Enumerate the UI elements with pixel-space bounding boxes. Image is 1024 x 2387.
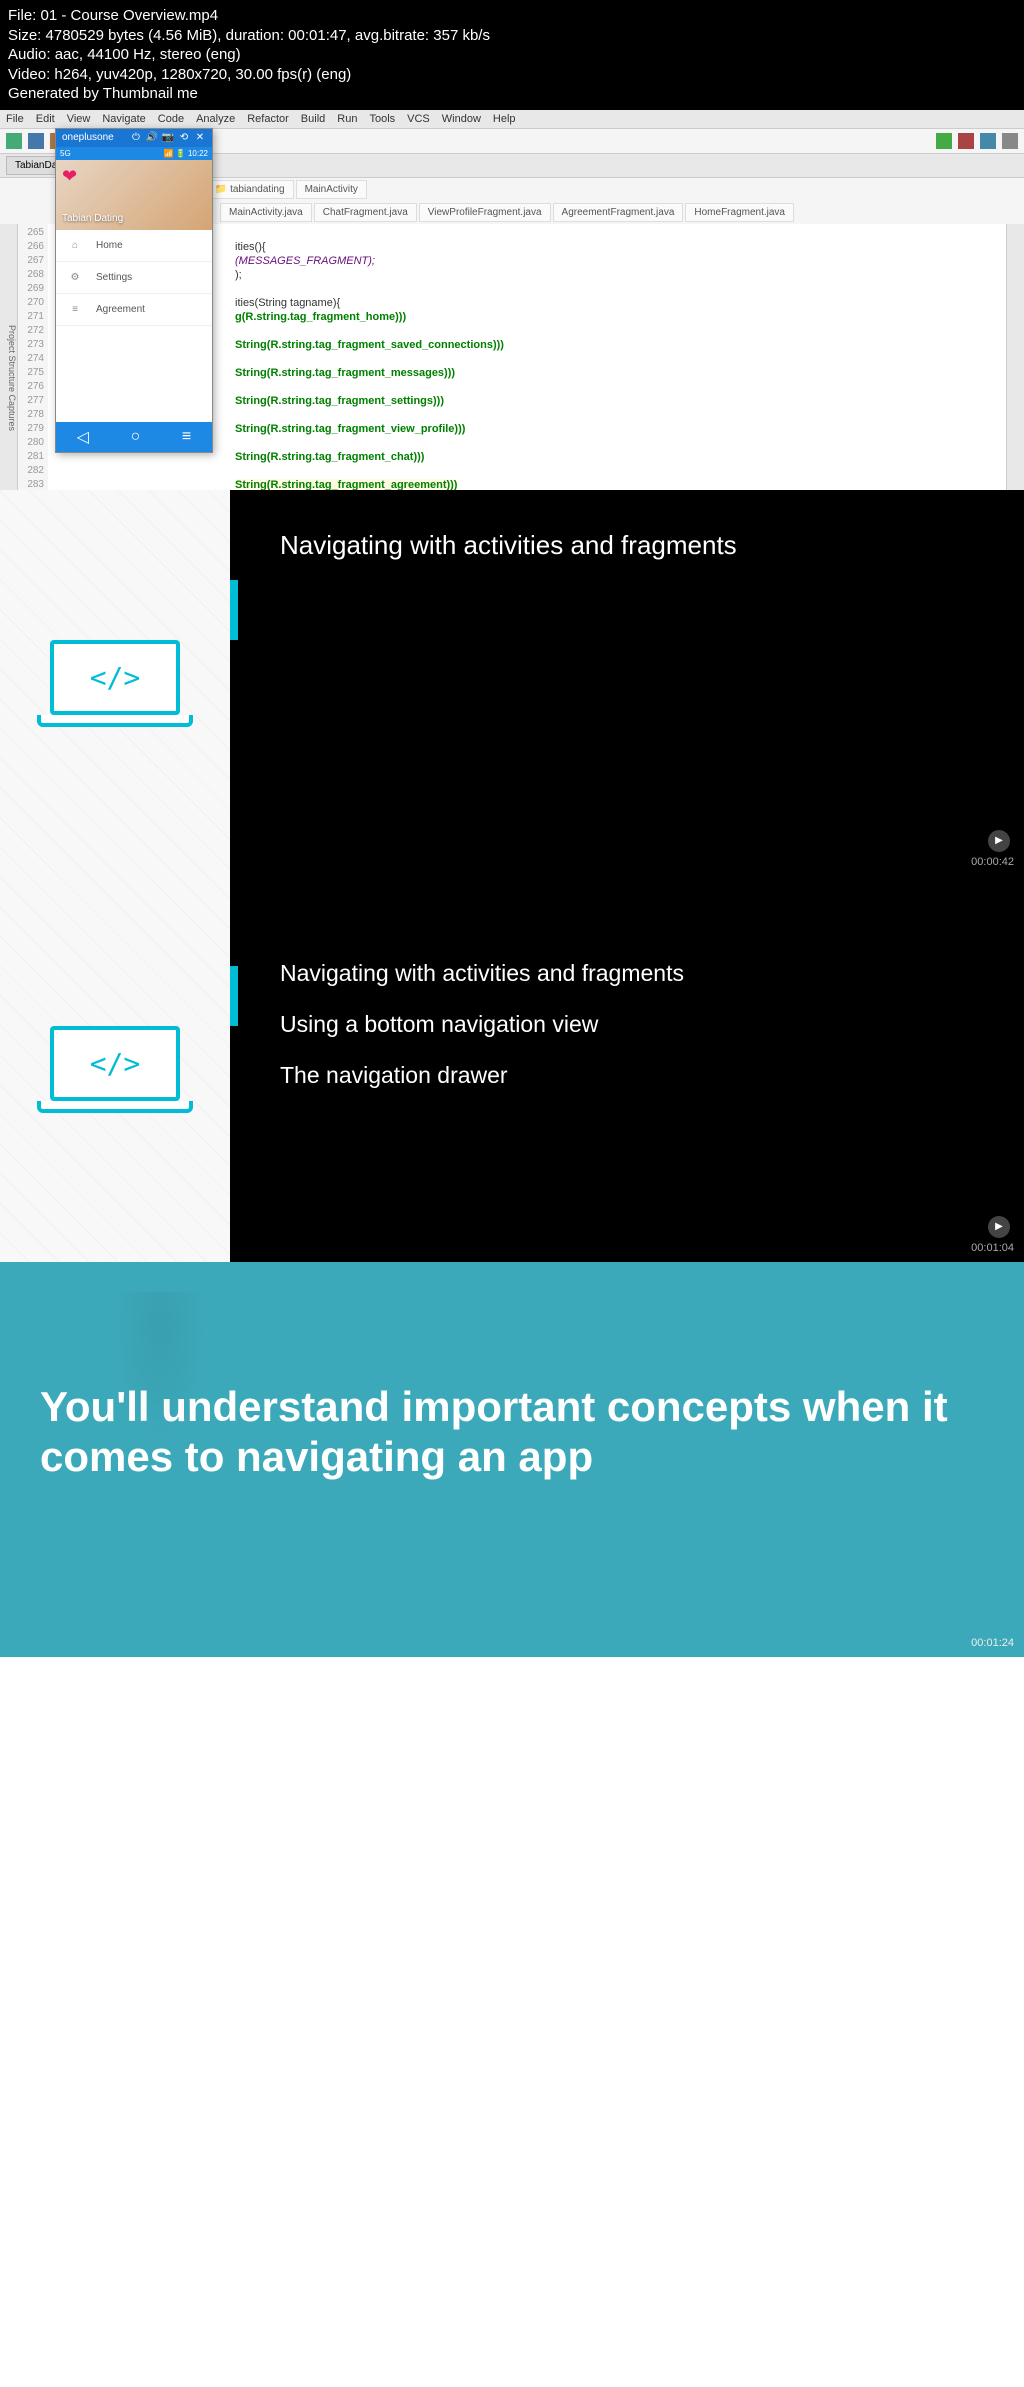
run-icon[interactable] (936, 133, 952, 149)
menu-vcs[interactable]: VCS (407, 113, 430, 125)
menu-edit[interactable]: Edit (36, 113, 55, 125)
file-name-line: File: 01 - Course Overview.mp4 (8, 6, 1016, 26)
gear-icon: ⚙ (68, 272, 82, 283)
course-slide-2: </> Navigating with activities and fragm… (0, 876, 1024, 1262)
nav-label: Settings (96, 272, 132, 283)
file-tab[interactable]: ViewProfileFragment.java (419, 203, 551, 222)
file-video-line: Video: h264, yuv420p, 1280x720, 30.00 fp… (8, 65, 1016, 85)
accent-bar (230, 966, 238, 1026)
breadcrumb-item[interactable]: 📁 tabiandating (206, 180, 294, 199)
file-tab[interactable]: MainActivity.java (220, 203, 312, 222)
file-metadata-header: File: 01 - Course Overview.mp4 Size: 478… (0, 0, 1024, 110)
back-button[interactable]: ◁ (77, 427, 89, 447)
right-tool-strip[interactable] (1006, 224, 1024, 534)
gutter-line-numbers: 265266267 268269270 271272273 274275276 … (18, 224, 48, 522)
laptop-code-icon: </> (50, 640, 180, 730)
generated-by-line: Generated by Thumbnail me (8, 84, 1016, 104)
nav-drawer-menu: ⌂ Home ⚙ Settings ≡ Agreement (56, 230, 212, 326)
menu-code[interactable]: Code (158, 113, 184, 125)
volume-icon[interactable]: 🔊 (146, 132, 158, 144)
slide-decoration-panel: </> (0, 490, 230, 876)
menu-window[interactable]: Window (442, 113, 481, 125)
menu-refactor[interactable]: Refactor (247, 113, 289, 125)
accent-bar (230, 580, 238, 640)
file-size-line: Size: 4780529 bytes (4.56 MiB), duration… (8, 26, 1016, 46)
menu-run[interactable]: Run (337, 113, 357, 125)
nav-item-settings[interactable]: ⚙ Settings (56, 262, 212, 294)
emulator-titlebar[interactable]: oneplusone ⏻ 🔊 📷 ⟲ ✕ (56, 129, 212, 147)
app-title: Tabian Dating (62, 213, 123, 224)
menu-analyze[interactable]: Analyze (196, 113, 235, 125)
menu-help[interactable]: Help (493, 113, 516, 125)
avd-icon[interactable] (980, 133, 996, 149)
breadcrumb-item[interactable]: MainActivity (296, 180, 367, 199)
android-nav-bar: ◁ ○ ≡ (56, 422, 212, 452)
menu-bar: File Edit View Navigate Code Analyze Ref… (0, 110, 1024, 129)
clock-display: 📶 🔋 10:22 (164, 149, 208, 158)
slide-decoration-panel: </> (0, 876, 230, 1262)
slide-bullet: Using a bottom navigation view (280, 1011, 974, 1038)
android-studio-ide: File Edit View Navigate Code Analyze Ref… (0, 110, 1024, 490)
file-tab[interactable]: AgreementFragment.java (553, 203, 684, 222)
menu-build[interactable]: Build (301, 113, 325, 125)
nav-label: Agreement (96, 304, 145, 315)
android-emulator-window[interactable]: oneplusone ⏻ 🔊 📷 ⟲ ✕ 5G 📶 🔋 10:22 ❤ Tabi… (55, 128, 213, 453)
slide-bullet: Navigating with activities and fragments (280, 960, 974, 987)
slide-content: Navigating with activities and fragments… (230, 876, 1024, 1262)
slide-content: Navigating with activities and fragments… (230, 490, 1024, 876)
recents-button[interactable]: ≡ (182, 428, 191, 446)
sdk-icon[interactable] (1002, 133, 1018, 149)
home-button[interactable]: ○ (131, 428, 141, 446)
menu-navigate[interactable]: Navigate (102, 113, 145, 125)
menu-file[interactable]: File (6, 113, 24, 125)
nav-drawer-header: ❤ Tabian Dating (56, 160, 212, 230)
save-icon[interactable] (28, 133, 44, 149)
document-icon: ≡ (68, 304, 82, 315)
laptop-code-icon: </> (50, 1026, 180, 1116)
heart-icon: ❤ (62, 166, 206, 187)
course-slide-1: </> Navigating with activities and fragm… (0, 490, 1024, 876)
debug-icon[interactable] (958, 133, 974, 149)
file-tab[interactable]: ChatFragment.java (314, 203, 417, 222)
rotate-icon[interactable]: ⟲ (178, 132, 190, 144)
menu-tools[interactable]: Tools (369, 113, 395, 125)
camera-icon[interactable]: 📷 (162, 132, 174, 144)
nav-label: Home (96, 240, 123, 251)
timestamp: 00:01:24 (971, 1637, 1014, 1649)
open-icon[interactable] (6, 133, 22, 149)
timestamp: 00:01:04 (971, 1242, 1014, 1254)
play-icon[interactable]: ▶ (988, 830, 1010, 852)
power-icon[interactable]: ⏻ (130, 132, 142, 144)
slide-heading: Navigating with activities and fragments (280, 530, 974, 561)
instructor-image (100, 1292, 220, 1472)
home-icon: ⌂ (68, 240, 82, 251)
file-audio-line: Audio: aac, 44100 Hz, stereo (eng) (8, 45, 1016, 65)
nav-item-agreement[interactable]: ≡ Agreement (56, 294, 212, 326)
close-icon[interactable]: ✕ (194, 132, 206, 144)
nav-item-home[interactable]: ⌂ Home (56, 230, 212, 262)
android-status-bar: 5G 📶 🔋 10:22 (56, 147, 212, 160)
course-slide-3: You'll understand important concepts whe… (0, 1262, 1024, 1657)
menu-view[interactable]: View (67, 113, 91, 125)
left-tool-strip[interactable]: Project Structure Captures (0, 224, 18, 534)
emulator-device-name: oneplusone (62, 132, 114, 143)
slide-bullet: The navigation drawer (280, 1062, 974, 1089)
timestamp: 00:00:42 (971, 856, 1014, 868)
signal-indicator: 5G (60, 149, 71, 158)
file-tab[interactable]: HomeFragment.java (685, 203, 794, 222)
play-icon[interactable]: ▶ (988, 1216, 1010, 1238)
